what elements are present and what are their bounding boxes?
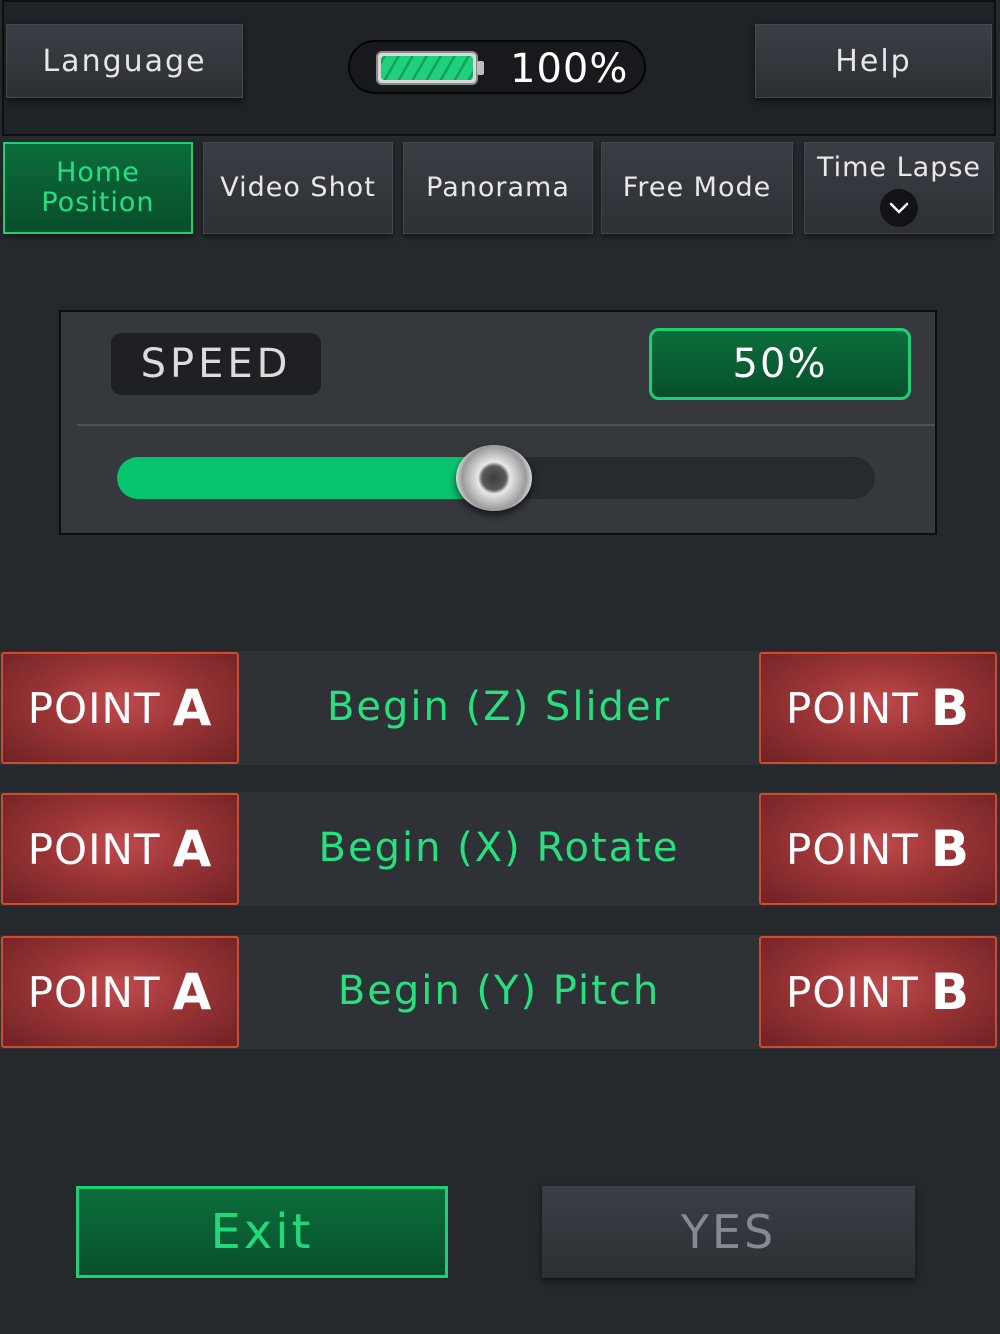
point-b-button-slider[interactable]: POINT B [759,652,997,764]
point-b-text: POINT [786,967,919,1017]
point-b-button-rotate[interactable]: POINT B [759,793,997,905]
yes-button[interactable]: YES [542,1186,915,1278]
speed-panel: SPEED 50% [59,310,937,535]
tab-video-shot[interactable]: Video Shot [203,142,393,234]
speed-slider-fill [117,457,494,499]
point-b-letter: B [930,963,970,1021]
begin-pitch-label[interactable]: Begin (Y) Pitch [240,968,758,1014]
point-a-button-pitch[interactable]: POINT A [1,936,239,1048]
speed-slider-knob[interactable] [456,445,532,511]
tab-home-position-line1: Home [56,157,140,188]
point-a-letter: A [172,820,213,878]
speed-slider[interactable] [117,445,875,511]
point-a-letter: A [172,963,213,1021]
tab-free-mode[interactable]: Free Mode [601,142,793,234]
tab-time-lapse[interactable]: Time Lapse [804,142,994,234]
point-b-letter: B [930,820,970,878]
speed-value-display: 50% [649,328,911,400]
tab-home-position-line2: Position [41,187,155,218]
tab-panorama[interactable]: Panorama [403,142,593,234]
point-b-button-pitch[interactable]: POINT B [759,936,997,1048]
point-a-text: POINT [27,967,161,1017]
battery-indicator: 100% [348,40,646,94]
speed-label: SPEED [111,333,321,395]
point-a-button-rotate[interactable]: POINT A [1,793,239,905]
point-a-text: POINT [27,683,161,733]
point-a-letter: A [172,679,213,737]
begin-slider-label[interactable]: Begin (Z) Slider [240,684,758,730]
language-button[interactable]: Language [6,24,243,98]
point-b-text: POINT [786,824,919,874]
tab-time-lapse-label: Time Lapse [816,152,982,183]
point-a-text: POINT [27,824,161,874]
exit-button[interactable]: Exit [76,1186,448,1278]
tab-home-position[interactable]: Home Position [3,142,193,234]
help-button[interactable]: Help [755,24,992,98]
battery-icon [376,51,484,85]
point-a-button-slider[interactable]: POINT A [1,652,239,764]
begin-rotate-label[interactable]: Begin (X) Rotate [240,825,758,871]
battery-percent: 100% [510,46,629,92]
panel-divider [77,424,935,426]
point-b-letter: B [930,679,970,737]
chevron-down-icon[interactable] [880,189,918,227]
point-b-text: POINT [786,683,919,733]
